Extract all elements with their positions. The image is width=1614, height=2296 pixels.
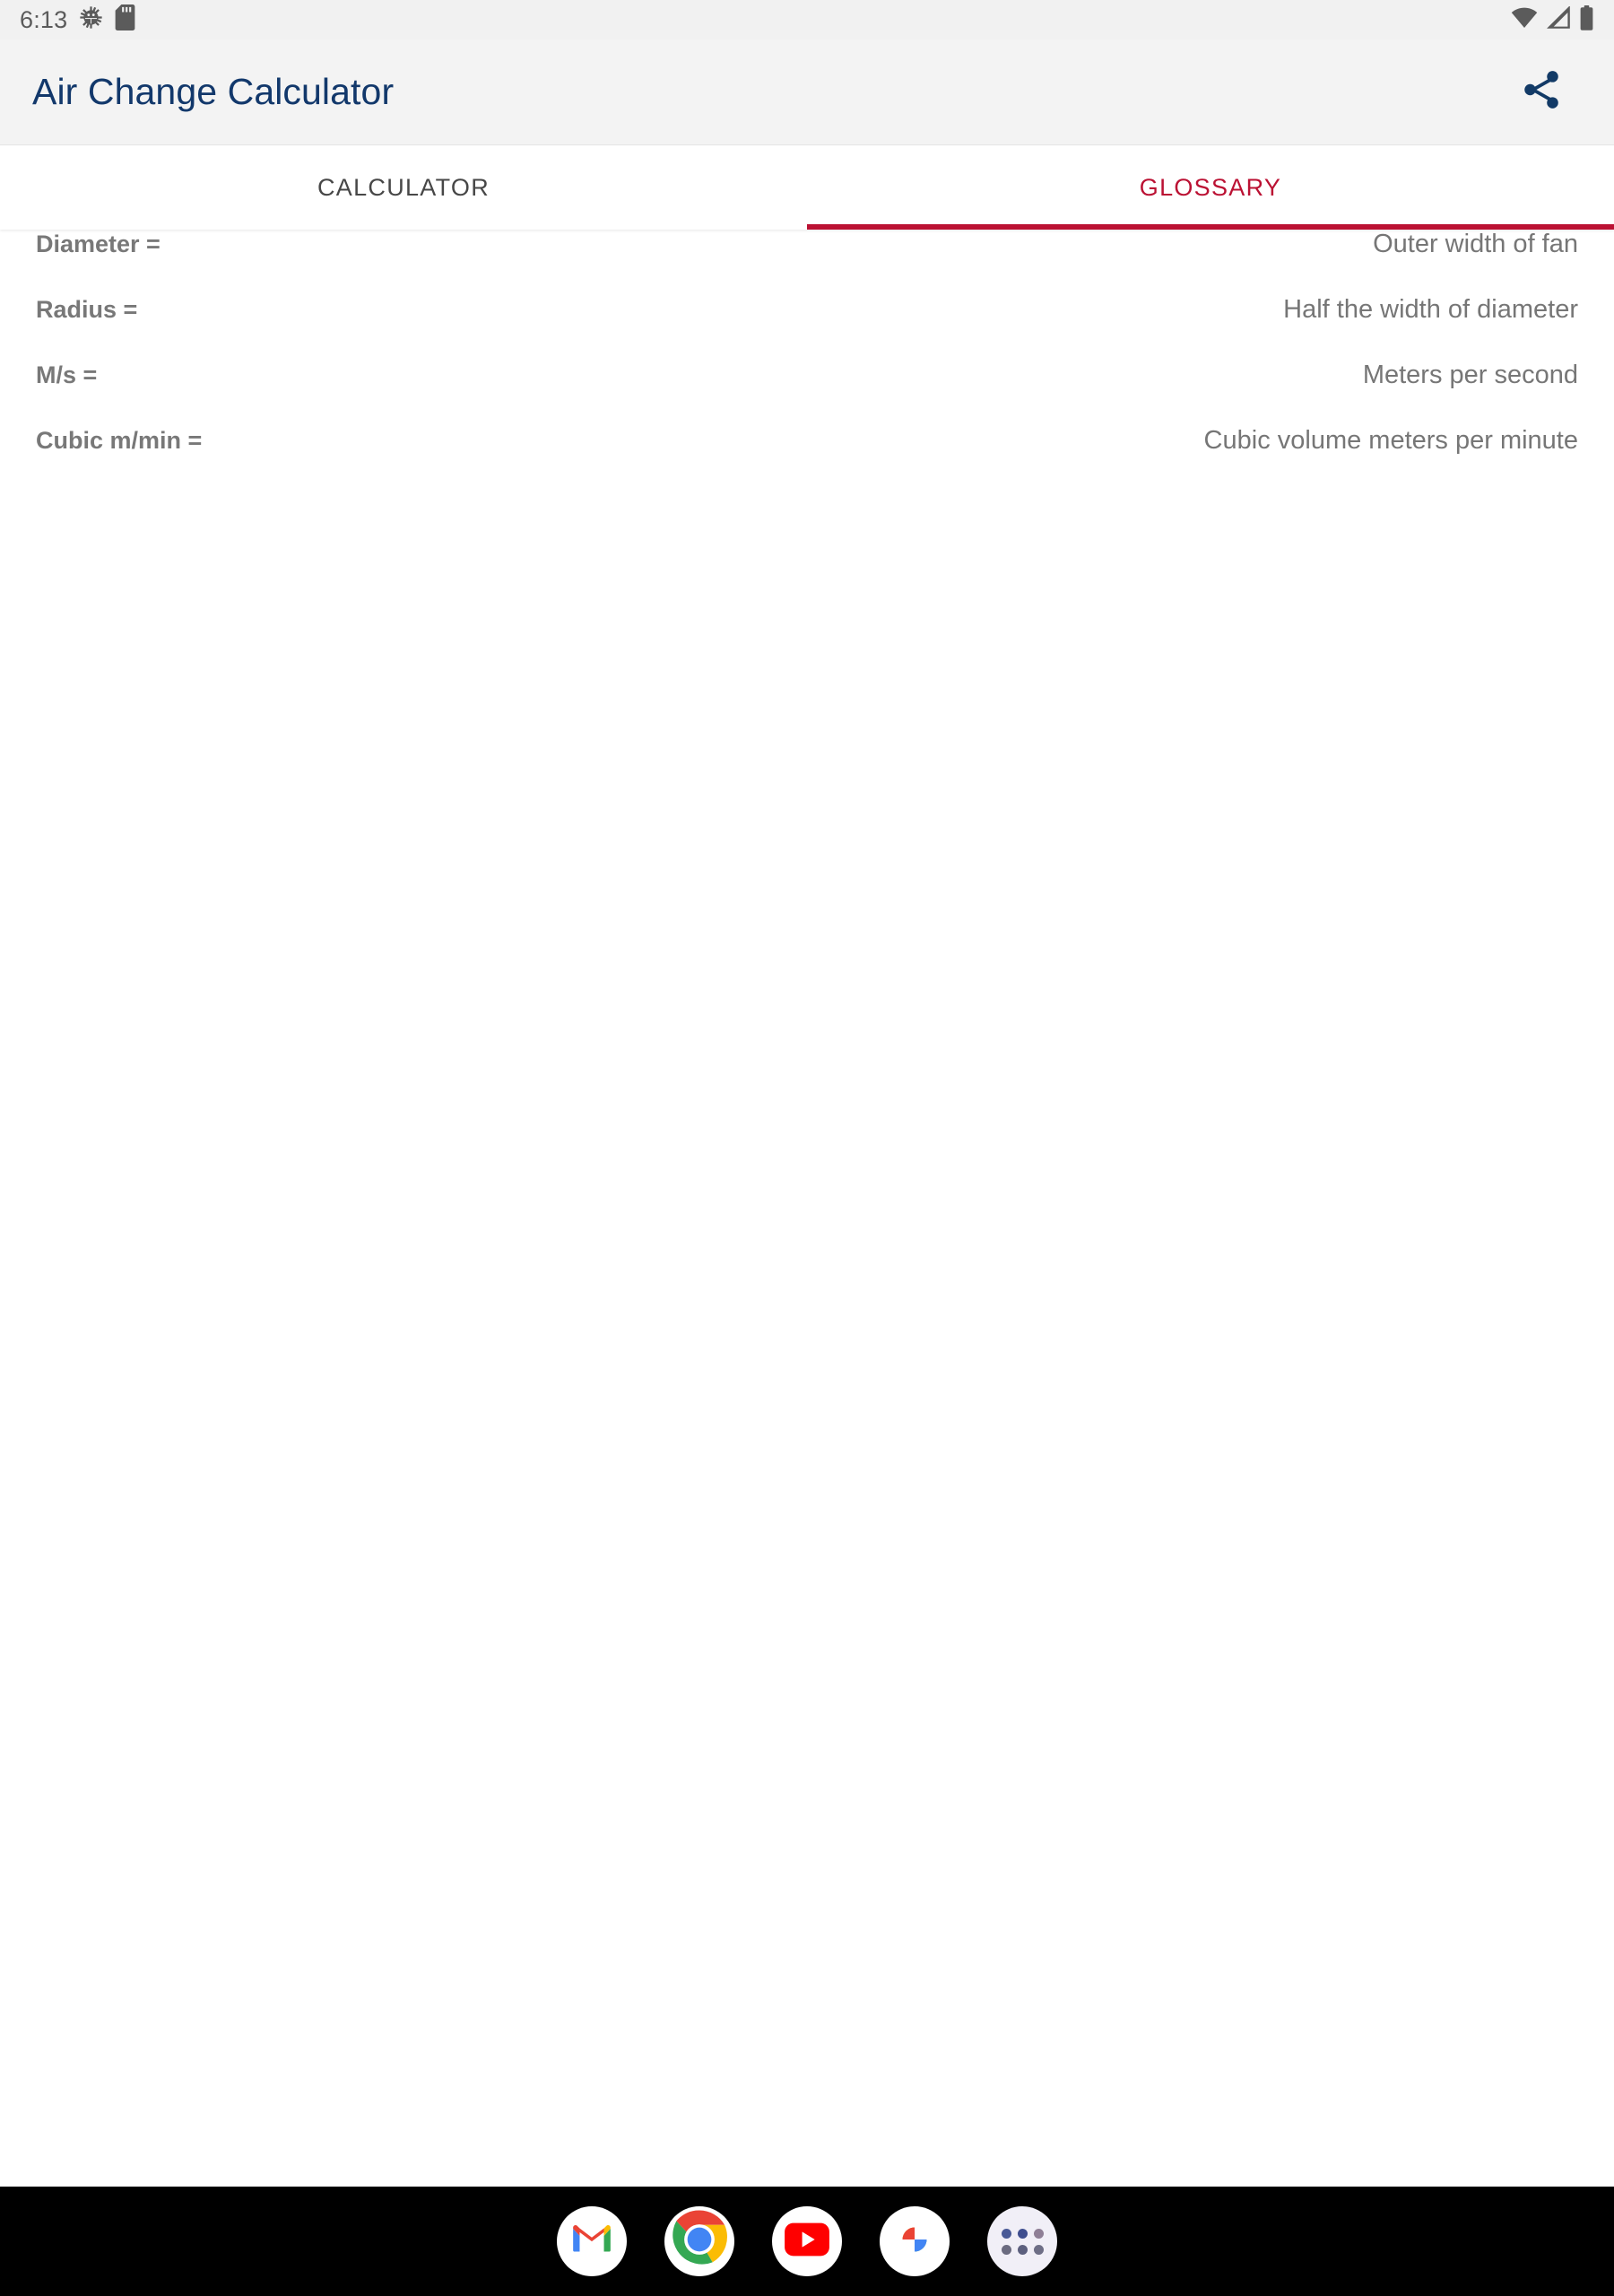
share-button[interactable] [1508,59,1575,126]
share-icon [1519,67,1564,117]
tab-glossary-label: GLOSSARY [1139,174,1282,201]
glossary-term: Radius = [36,296,138,323]
drawer-dot [1001,2244,1011,2255]
cellular-signal-icon [1546,5,1571,33]
status-time: 6:13 [20,5,68,33]
status-bar-left: 6:13 [20,4,135,35]
glossary-term: Diameter = [36,230,161,257]
page-title: Air Change Calculator [32,71,395,112]
glossary-definition: Half the width of diameter [1283,295,1578,324]
bug-gear-icon [79,5,103,34]
glossary-definition: Cubic volume meters per minute [1203,426,1578,455]
battery-icon [1579,4,1594,35]
app-bar: Air Change Calculator [0,39,1614,145]
table-row: Diameter = Outer width of fan [0,230,1614,295]
drawer-dot [1017,2244,1028,2255]
drawer-dot [1017,2228,1028,2239]
youtube-icon [784,2216,830,2267]
status-bar: 6:13 [0,0,1614,39]
tab-bar: CALCULATOR GLOSSARY [0,146,1614,230]
glossary-list: Diameter = Outer width of fan Radius = H… [0,230,1614,491]
chrome-icon [664,2206,734,2276]
table-row: Radius = Half the width of diameter [0,295,1614,361]
dock-item-google-photos[interactable] [880,2206,950,2276]
dock-item-youtube[interactable] [772,2206,842,2276]
dock-item-gmail[interactable] [557,2206,627,2276]
gmail-icon [569,2217,614,2266]
wifi-icon [1511,6,1538,33]
tab-calculator[interactable]: CALCULATOR [0,146,807,230]
glossary-definition: Outer width of fan [1373,230,1578,258]
sd-card-icon [115,4,135,35]
glossary-term: M/s = [36,361,98,388]
app-drawer-icon [1001,2228,1044,2255]
dock-item-app-drawer[interactable] [987,2206,1057,2276]
dock [0,2187,1614,2296]
table-row: M/s = Meters per second [0,361,1614,426]
google-photos-icon [890,2215,939,2268]
status-bar-right [1511,4,1594,35]
drawer-dot [1033,2244,1044,2255]
tab-glossary[interactable]: GLOSSARY [807,146,1614,230]
tab-calculator-label: CALCULATOR [317,174,490,201]
drawer-dot [1033,2228,1044,2239]
table-row: Cubic m/min = Cubic volume meters per mi… [0,426,1614,491]
drawer-dot [1001,2228,1011,2239]
dock-item-chrome[interactable] [664,2206,734,2276]
glossary-term: Cubic m/min = [36,427,203,454]
glossary-definition: Meters per second [1362,361,1578,389]
